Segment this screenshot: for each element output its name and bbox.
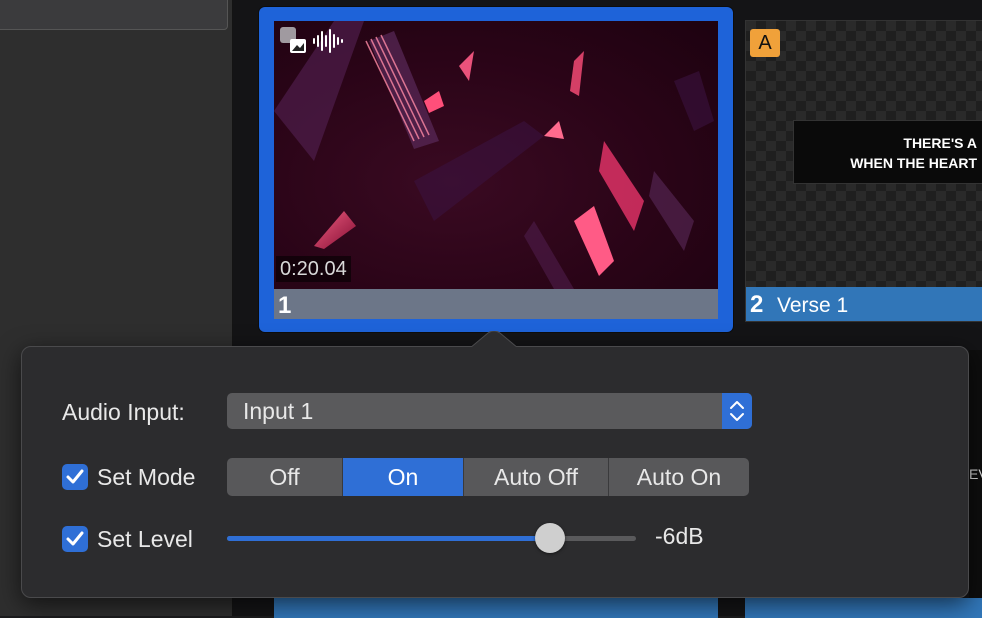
slide-1-number: 1 <box>278 292 292 319</box>
set-mode-checkbox[interactable] <box>62 464 88 490</box>
mode-auto-off[interactable]: Auto Off <box>464 458 609 496</box>
audio-waveform-icon <box>313 29 343 53</box>
video-timecode: 0:20.04 <box>276 256 351 282</box>
slide-peek-bottom-right <box>745 598 982 618</box>
checkmark-icon <box>66 531 84 546</box>
checkmark-icon <box>66 469 84 484</box>
sidebar-panel[interactable] <box>0 0 228 30</box>
select-stepper[interactable] <box>722 393 752 429</box>
slide-2-number: 2 <box>750 291 764 318</box>
slide-2-label-bar: 2 Verse 1 <box>746 287 982 321</box>
set-mode-label: Set Mode <box>97 464 196 490</box>
slide-1-label-bar: 1 <box>274 289 718 319</box>
mode-auto-on[interactable]: Auto On <box>609 458 749 496</box>
lyrics-textbox: THERE'S A WHEN THE HEART <box>793 120 982 184</box>
media-icons <box>280 27 350 57</box>
set-level-label: Set Level <box>97 526 193 552</box>
slide-1-selected[interactable]: 0:20.04 1 <box>259 7 733 332</box>
audio-input-label: Audio Input: <box>62 399 185 425</box>
level-slider-knob[interactable] <box>535 523 566 553</box>
audio-popover: Audio Input: Input 1 Set Mode Off On Aut… <box>21 331 969 598</box>
slide-2[interactable]: A THERE'S A WHEN THE HEART 2 Verse 1 <box>745 20 982 322</box>
video-thumbnail: 0:20.04 <box>274 21 718 289</box>
slide-2-name: Verse 1 <box>777 294 849 317</box>
mode-on[interactable]: On <box>343 458 464 496</box>
lyric-line-1: THERE'S A <box>903 135 977 151</box>
set-level-checkbox[interactable] <box>62 526 88 552</box>
mode-segmented-control: Off On Auto Off Auto On <box>227 458 749 496</box>
level-value: -6dB <box>655 523 704 549</box>
slide-1-thumbnail: 0:20.04 1 <box>274 21 718 319</box>
audio-input-select[interactable]: Input 1 <box>227 393 752 429</box>
mode-off[interactable]: Off <box>227 458 343 496</box>
level-slider[interactable] <box>227 523 636 553</box>
slide-peek-text: EV <box>969 466 982 482</box>
group-badge: A <box>750 29 780 57</box>
lyric-line-2: WHEN THE HEART <box>850 155 977 171</box>
chevron-up-down-icon <box>730 401 744 421</box>
level-slider-fill <box>227 536 551 541</box>
slide-peek-bottom-left <box>274 598 718 618</box>
audio-input-value: Input 1 <box>243 398 314 424</box>
